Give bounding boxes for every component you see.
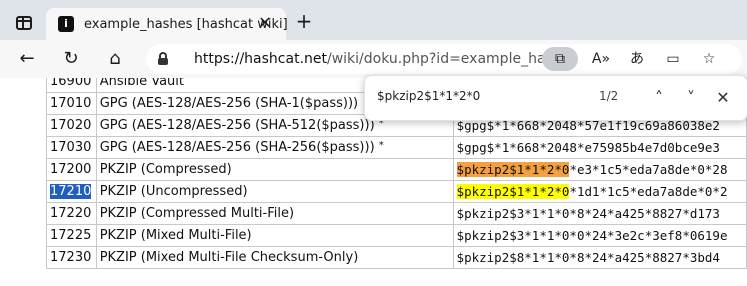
translate-icon[interactable]: あ [626, 48, 648, 70]
back-arrow-icon[interactable]: ← [16, 48, 38, 70]
hash-name: GPG (AES-128/AES-256 (SHA-512($pass))) [99, 118, 375, 133]
hash-mode[interactable]: 17230 [50, 250, 91, 265]
sidebar-toggle-icon[interactable] [16, 16, 32, 30]
hash-name-cell: GPG (AES-128/AES-256 (SHA-256($pass))) * [95, 136, 454, 159]
hash-mode[interactable]: 17020 [50, 118, 91, 133]
hash-name: PKZIP (Mixed Multi-File) [99, 228, 252, 243]
example-hash-cell: $pkzip2$3*1*1*0*8*24*a425*8827*d173 [452, 202, 747, 225]
hash-mode-cell: 17020 [46, 114, 97, 137]
table-row: 17220 PKZIP (Compressed Multi-File) $pkzi… [46, 202, 747, 225]
example-hash-cell: $pkzip2$3*1*1*0*0*24*3e2c*3ef8*0619e [452, 224, 747, 247]
url-text[interactable]: https://hashcat.net/wiki/doku.php?id=exa… [194, 51, 578, 67]
example-hash: $pkzip2$8*1*1*0*8*24*a425*8827*3bd4 [456, 250, 720, 265]
hash-mode-cell: 17030 [46, 136, 97, 159]
tab-close-icon[interactable]: ✕ [256, 14, 274, 32]
hash-mode-cell: 17220 [46, 202, 97, 225]
example-hash: $pkzip2$3*1*1*0*8*24*a425*8827*d173 [456, 206, 720, 221]
hash-mode-cell: 17225 [46, 224, 97, 247]
tab-strip: i example_hashes [hashcat wiki] ✕ + [0, 0, 747, 40]
find-on-page-icon: ⧉ [555, 51, 565, 67]
hash-mode[interactable]: 17225 [50, 228, 91, 243]
example-hash-cell: $gpg$*1*668*2048*e75985b4e7d0bce9e3 [452, 136, 747, 159]
hash-name: Ansible Vault [99, 78, 184, 89]
favorites-star-icon[interactable]: ☆ [698, 48, 720, 70]
home-icon[interactable]: ⌂ [104, 48, 126, 70]
hash-name: PKZIP (Compressed Multi-File) [99, 206, 295, 221]
find-previous-chevron-up-icon[interactable]: ˄ [647, 86, 671, 110]
refresh-icon[interactable]: ↻ [60, 48, 82, 70]
find-match-highlight: $pkzip2$1*1*2*0 [456, 184, 570, 199]
hash-mode[interactable]: 17010 [50, 96, 91, 111]
hash-mode[interactable]: 16900 [50, 78, 91, 89]
hash-name-cell: PKZIP (Mixed Multi-File) [95, 224, 454, 247]
find-bar: $pkzip2$1*1*2*0 1/2 ˄ ˅ ✕ [364, 75, 747, 121]
example-hash-cell: $pkzip2$1*1*2*0*1d1*1c5*eda7a8de*0*2 [452, 180, 747, 203]
browser-toolbar: ← ↻ ⌂ https://hashcat.net/wiki/doku.php?… [0, 40, 747, 79]
hash-mode[interactable]: 17210 [50, 184, 92, 199]
example-hash-cell: $pkzip2$8*1*1*0*8*24*a425*8827*3bd4 [452, 246, 747, 269]
active-tab[interactable]: i example_hashes [hashcat wiki] ✕ [46, 8, 288, 40]
hash-name-cell: PKZIP (Uncompressed) [95, 180, 454, 203]
table-row: 17200 PKZIP (Compressed) $pkzip2$1*1*2*0*… [46, 158, 747, 181]
hash-mode-cell: 17210 [46, 180, 97, 203]
footnote-star: * [378, 140, 384, 151]
table-row: 17230 PKZIP (Mixed Multi-File Checksum-On… [46, 246, 747, 269]
url-path: /wiki/doku.php?id=example_hashes [327, 51, 578, 67]
table-row: 17030 GPG (AES-128/AES-256 (SHA-256($pass… [46, 136, 747, 159]
example-hash-cell: $pkzip2$1*1*2*0*e3*1c5*eda7a8de*0*28 [452, 158, 747, 181]
hash-mode-cell: 16900 [46, 78, 97, 93]
hash-name-cell: PKZIP (Mixed Multi-File Checksum-Only) [95, 246, 454, 269]
example-hash: *e3*1c5*eda7a8de*0*28 [569, 162, 728, 177]
split-screen-icon[interactable]: ▭ [662, 48, 684, 70]
find-next-chevron-down-icon[interactable]: ˅ [679, 86, 703, 110]
address-bar[interactable]: https://hashcat.net/wiki/doku.php?id=exa… [146, 44, 742, 74]
hash-name-cell: PKZIP (Compressed Multi-File) [95, 202, 454, 225]
hash-name: PKZIP (Compressed) [99, 162, 232, 177]
example-hash: $gpg$*1*668*2048*e75985b4e7d0bce9e3 [456, 140, 720, 155]
hash-mode[interactable]: 17030 [50, 140, 91, 155]
example-hash: *1d1*1c5*eda7a8de*0*2 [569, 184, 728, 199]
table-row: 17225 PKZIP (Mixed Multi-File) $pkzip2$3*… [46, 224, 747, 247]
hash-mode-cell: 17010 [46, 92, 97, 115]
new-tab-icon[interactable]: + [294, 11, 314, 31]
find-match-count: 1/2 [599, 89, 619, 103]
hash-mode-cell: 17200 [46, 158, 97, 181]
lock-icon[interactable] [158, 52, 168, 65]
example-hash: $pkzip2$3*1*1*0*0*24*3e2c*3ef8*0619e [456, 228, 728, 243]
hash-name: GPG (AES-128/AES-256 (SHA-256($pass))) [99, 140, 375, 155]
find-input[interactable]: $pkzip2$1*1*2*0 [377, 89, 480, 103]
hash-name: PKZIP (Mixed Multi-File Checksum-Only) [99, 250, 359, 265]
hash-name-cell: PKZIP (Compressed) [95, 158, 454, 181]
hash-name: PKZIP (Uncompressed) [99, 184, 248, 199]
find-on-page-button[interactable]: ⧉ [542, 47, 578, 71]
read-aloud-icon[interactable]: A» [590, 48, 612, 70]
hash-mode[interactable]: 17220 [50, 206, 91, 221]
table-row: 17210 PKZIP (Uncompressed) $pkzip2$1*1*2*… [46, 180, 747, 203]
url-host: https://hashcat.net [194, 51, 327, 67]
hashcat-favicon-icon: i [58, 16, 74, 32]
find-match-highlight: $pkzip2$1*1*2*0 [456, 162, 570, 177]
hash-mode[interactable]: 17200 [50, 162, 91, 177]
hash-name: GPG (AES-128/AES-256 (SHA-1($pass))) [99, 96, 359, 111]
hash-mode-cell: 17230 [46, 246, 97, 269]
find-close-icon[interactable]: ✕ [711, 86, 735, 110]
